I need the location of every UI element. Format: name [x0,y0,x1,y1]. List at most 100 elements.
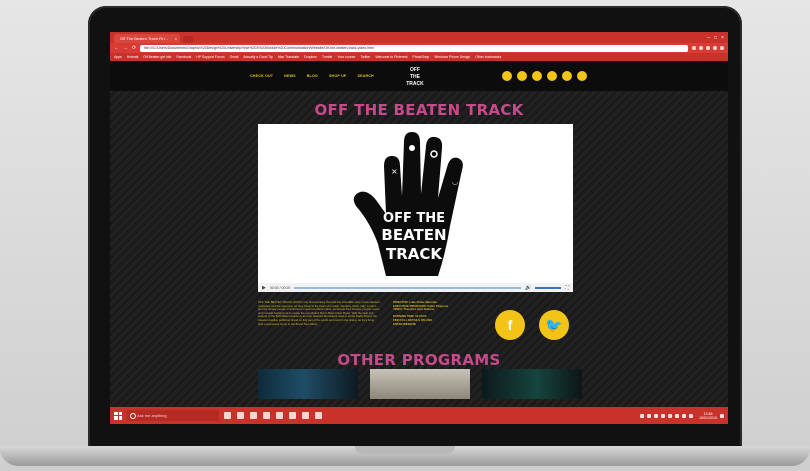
browser-tab[interactable]: Off The Beaten Track Fin... × [114,34,180,43]
tray-icon[interactable] [654,413,658,418]
taskbar-clock[interactable]: 13:46 15/01/2015 [699,412,717,420]
taskbar-app-icon[interactable] [289,412,296,419]
taskbar-app-icon[interactable] [250,412,257,419]
window-controls: – □ × [707,32,728,43]
bookmark-item[interactable]: Actually a Good Tip [243,55,272,59]
social-icon[interactable] [577,71,587,81]
bookmark-item[interactable]: HP Support Forum [196,55,224,59]
film-credits: DIRECTOR: Luke Potter-Marsden EXECUTIVE … [393,300,473,327]
bookmark-item[interactable]: Your course [337,55,355,59]
new-tab-button[interactable] [183,36,193,43]
program-thumbnails [258,369,582,399]
hand-logo-icon: × ◡ OFF THE BEATEN TRACK [353,132,463,276]
bookmark-item[interactable]: Windows Phone Design [434,55,470,59]
volume-icon[interactable]: 🔊 [525,285,531,291]
bookmark-item[interactable]: Off Beaten get info [143,55,171,59]
bookmark-item[interactable]: Apps [114,55,122,59]
hand-text: TRACK [386,245,443,263]
back-icon[interactable]: ← [114,45,119,51]
task-view-icon[interactable] [224,412,231,419]
logo-line: THE [410,74,420,80]
taskbar-search-input[interactable]: Ask me anything [127,410,219,421]
tab-title: Off The Beaten Track Fin... [120,36,168,41]
photo-stage: Off The Beaten Track Fin... × – □ × ← → … [0,0,810,471]
bookmark-item[interactable]: Other bookmarks [475,55,501,59]
bookmark-item[interactable]: Tumblr [322,55,332,59]
extension-icon[interactable] [692,46,696,50]
twitter-icon[interactable]: 🐦 [539,310,569,340]
windows-start-icon[interactable] [114,411,122,420]
tray-icon[interactable] [647,413,651,418]
taskbar-app-icon[interactable] [302,412,309,419]
credit-line[interactable]: ENTER WEBSITE [393,322,473,327]
bookmark-item[interactable]: PhotoShop [413,55,430,59]
maximize-icon[interactable]: □ [714,35,717,41]
logo-line: TRACK [406,81,424,87]
volume-slider[interactable] [535,286,562,289]
taskbar-app-icon[interactable] [263,412,270,419]
bookmark-item[interactable]: Mac Translate [278,55,299,59]
logo-line: OFF [410,67,420,73]
menu-item[interactable]: BLOG [307,74,318,78]
extension-icon[interactable] [699,46,703,50]
video-controls: ▶ 00:00 / 00:00 🔊 ⛶ [258,283,573,292]
bookmark-item[interactable]: Gmail [230,55,239,59]
menu-item[interactable]: SHOP UP [329,74,347,78]
bookmark-item[interactable]: Twitter [360,55,370,59]
tray-icon[interactable] [640,413,644,418]
tray-icon[interactable] [661,413,665,418]
volume-icon[interactable] [689,413,693,418]
hand-text: OFF THE [383,211,445,226]
site-menu: CHECK OUT NEWS BLOG SHOP UP SEARCH [250,74,374,78]
menu-item[interactable]: NEWS [284,74,296,78]
laptop-screen: Off The Beaten Track Fin... × – □ × ← → … [110,32,728,424]
seek-bar[interactable] [294,286,522,289]
laptop-notch [355,446,455,454]
tray-icon[interactable] [668,413,672,418]
social-icon[interactable] [532,71,542,81]
url-input[interactable]: file:///C:/Users/Documents/Graphic%20Des… [140,44,688,52]
menu-icon[interactable] [720,46,724,50]
social-icon[interactable] [517,71,527,81]
extension-icon[interactable] [706,46,710,50]
svg-text:×: × [391,167,398,176]
bookmark-item[interactable]: Dropbox [304,55,317,59]
page-title: OFF THE BEATEN TRACK [314,101,524,119]
site-logo[interactable]: OFF THE TRACK [402,67,428,87]
program-thumbnail[interactable] [258,369,358,399]
hand-text: BEATEN [381,226,446,244]
taskbar-app-icon[interactable] [276,412,283,419]
close-icon[interactable]: × [721,35,724,41]
minimize-icon[interactable]: – [707,35,710,41]
extension-icon[interactable] [713,46,717,50]
svg-text:◡: ◡ [452,178,458,186]
program-thumbnail[interactable] [370,369,470,399]
taskbar-app-icon[interactable] [315,412,322,419]
tab-close-icon[interactable]: × [175,34,177,43]
notifications-icon[interactable] [720,413,724,418]
social-icon[interactable] [502,71,512,81]
wifi-icon[interactable] [682,413,686,418]
browser-tab-bar: Off The Beaten Track Fin... × – □ × [110,32,728,43]
video-player[interactable]: × ◡ OFF THE BEATEN TRACK ▶ 00:00 / 00:00… [258,124,573,292]
forward-icon[interactable]: → [123,45,128,51]
menu-item[interactable]: SEARCH [357,74,373,78]
bookmarks-bar: Apps Hotmail Off Beaten get info Faceboo… [110,53,728,61]
taskbar-app-icon[interactable] [237,412,244,419]
fullscreen-icon[interactable]: ⛶ [565,285,569,291]
extension-icons [692,46,724,50]
social-icon[interactable] [562,71,572,81]
site-header: CHECK OUT NEWS BLOG SHOP UP SEARCH OFF T… [110,61,728,91]
program-thumbnail[interactable] [482,369,582,399]
tray-icon[interactable] [675,413,679,418]
play-icon[interactable]: ▶ [262,285,266,291]
bookmark-item[interactable]: Hotmail [127,55,139,59]
bookmark-item[interactable]: Welcome to Pinterest [375,55,407,59]
menu-item[interactable]: CHECK OUT [250,74,273,78]
bookmark-item[interactable]: Facebook [176,55,191,59]
taskbar-apps [224,412,322,419]
other-programs-title: OTHER PROGRAMS [337,351,501,369]
reload-icon[interactable]: ⟳ [132,45,136,51]
facebook-icon[interactable]: f [495,310,525,340]
social-icon[interactable] [547,71,557,81]
